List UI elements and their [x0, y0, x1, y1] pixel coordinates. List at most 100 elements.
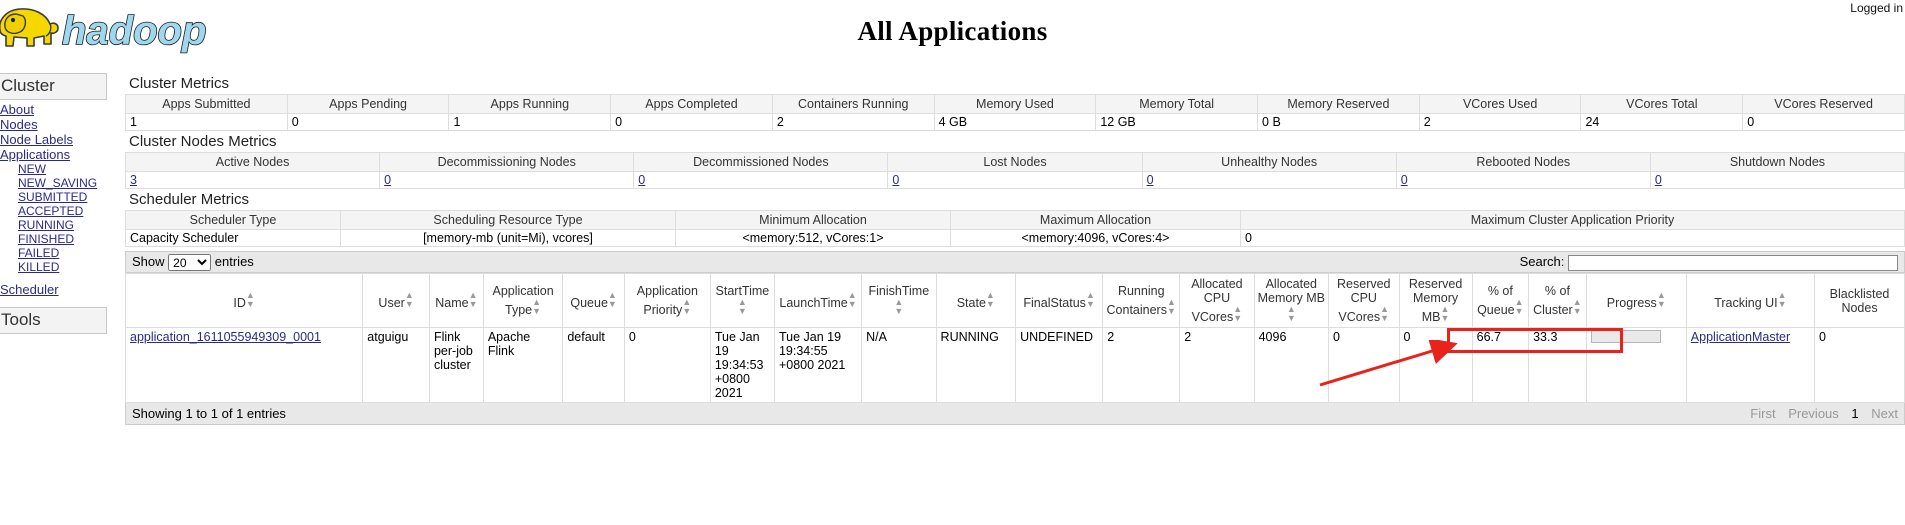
col-progress[interactable]: Progress ▲ ▼ — [1585, 273, 1687, 328]
sidebar-item-state-accepted[interactable]: ACCEPTED — [18, 204, 107, 218]
search-input[interactable] — [1568, 254, 1898, 271]
cluster-nodes-metrics-title: Cluster Nodes Metrics — [129, 133, 277, 150]
val-memory-reserved: 0 B — [1257, 113, 1420, 131]
cell-application-priority: 0 — [623, 327, 711, 403]
sort-icon[interactable]: ▲ ▼ — [894, 298, 903, 316]
sort-icon[interactable]: ▲ ▼ — [1380, 305, 1389, 323]
col-allocated-cpu-vcores[interactable]: Allocated CPU VCores ▲ ▼ — [1179, 273, 1255, 328]
sort-icon[interactable]: ▲ ▼ — [532, 298, 541, 316]
sort-icon[interactable]: ▲ ▼ — [848, 291, 857, 309]
col-running-containers[interactable]: Running Containers ▲ ▼ — [1102, 273, 1181, 328]
col-name[interactable]: Name ▲ ▼ — [428, 273, 484, 328]
cell-id: application_1611055949309_0001 — [124, 327, 364, 403]
page-header: hadoop All Applications Logged in — [0, 0, 1905, 72]
col-vcores-used: VCores Used — [1418, 94, 1582, 114]
col-id[interactable]: ID ▲ ▼ — [124, 273, 364, 328]
sidebar-item-nodes[interactable]: Nodes — [0, 117, 107, 132]
sidebar-item-state-submitted[interactable]: SUBMITTED — [18, 190, 107, 204]
val-lost-nodes-cell: 0 — [887, 171, 1143, 189]
sort-icon[interactable]: ▲ ▼ — [1657, 291, 1666, 309]
sidebar-heading-cluster: Cluster — [0, 73, 107, 100]
sidebar-item-scheduler[interactable]: Scheduler — [0, 282, 107, 297]
sort-icon[interactable]: ▲ ▼ — [405, 291, 414, 309]
sidebar-item-state-finished[interactable]: FINISHED — [18, 232, 107, 246]
col-decommissioning-nodes: Decommissioning Nodes — [379, 152, 635, 172]
cell-pct-of-queue: 66.7 — [1471, 327, 1530, 403]
col-start-time[interactable]: StartTime ▲ ▼ — [709, 273, 775, 328]
page-title: All Applications — [857, 16, 1048, 46]
link-active-nodes[interactable]: 3 — [130, 173, 137, 187]
val-vcores-reserved: 0 — [1742, 113, 1905, 131]
val-decommissioning-nodes-cell: 0 — [379, 171, 635, 189]
sort-icon[interactable]: ▲ ▼ — [1233, 305, 1242, 323]
pager-previous[interactable]: Previous — [1788, 406, 1839, 421]
col-pct-of-cluster[interactable]: % of Cluster ▲ ▼ — [1528, 273, 1587, 328]
link-rebooted-nodes[interactable]: 0 — [1401, 173, 1408, 187]
sort-icon[interactable]: ▲ ▼ — [1515, 298, 1524, 316]
col-reserved-cpu-vcores[interactable]: Reserved CPU VCores ▲ ▼ — [1328, 273, 1400, 328]
col-queue[interactable]: Queue ▲ ▼ — [562, 273, 625, 328]
table-header-row: Apps Submitted Apps Pending Apps Running… — [125, 94, 1905, 114]
col-reserved-memory-mb[interactable]: Reserved Memory MB ▲ ▼ — [1398, 273, 1473, 328]
cell-blacklisted-nodes: 0 — [1814, 327, 1905, 403]
sort-icon[interactable]: ▲ ▼ — [469, 291, 478, 309]
col-blacklisted-nodes[interactable]: Blacklisted Nodes — [1814, 273, 1905, 328]
sort-icon[interactable]: ▲ ▼ — [986, 291, 995, 309]
sort-icon[interactable]: ▲ ▼ — [738, 298, 747, 316]
application-id-link[interactable]: application_1611055949309_0001 — [130, 330, 321, 344]
entries-label: entries — [214, 254, 254, 269]
col-label: Queue — [570, 296, 608, 310]
col-apps-pending: Apps Pending — [286, 94, 450, 114]
sort-icon[interactable]: ▲ ▼ — [1287, 305, 1296, 323]
pager-next[interactable]: Next — [1871, 406, 1898, 421]
col-application-priority[interactable]: Application Priority ▲ ▼ — [623, 273, 711, 328]
link-lost-nodes[interactable]: 0 — [892, 173, 899, 187]
sidebar-heading-tools: Tools — [0, 307, 107, 334]
val-apps-pending: 0 — [286, 113, 450, 131]
entries-length-control: Show 20 50 100 entries — [132, 254, 254, 272]
col-label: Application Type — [492, 284, 554, 317]
sidebar-item-applications[interactable]: Applications — [0, 147, 107, 162]
search-control: Search: — [1520, 254, 1898, 271]
sort-icon[interactable]: ▲ ▼ — [1573, 298, 1582, 316]
sidebar-item-node-labels[interactable]: Node Labels — [0, 132, 107, 147]
entries-select[interactable]: 20 50 100 — [168, 254, 212, 272]
col-memory-total: Memory Total — [1095, 94, 1259, 114]
col-state[interactable]: State ▲ ▼ — [935, 273, 1017, 328]
link-unhealthy-nodes[interactable]: 0 — [1147, 173, 1154, 187]
sort-icon[interactable]: ▲ ▼ — [246, 291, 255, 309]
col-pct-of-queue[interactable]: % of Queue ▲ ▼ — [1471, 273, 1530, 328]
col-tracking-ui[interactable]: Tracking UI ▲ ▼ — [1685, 273, 1816, 328]
pagination: First Previous 1 Next — [1741, 406, 1898, 421]
sidebar-item-state-new[interactable]: NEW — [18, 162, 107, 176]
col-final-status[interactable]: FinalStatus ▲ ▼ — [1015, 273, 1104, 328]
link-shutdown-nodes[interactable]: 0 — [1655, 173, 1662, 187]
sidebar-item-state-killed[interactable]: KILLED — [18, 260, 107, 274]
col-application-type[interactable]: Application Type ▲ ▼ — [482, 273, 564, 328]
sort-icon[interactable]: ▲ ▼ — [608, 291, 617, 309]
col-rebooted-nodes: Rebooted Nodes — [1395, 152, 1651, 172]
sort-icon[interactable]: ▲ ▼ — [1167, 298, 1176, 316]
sort-icon[interactable]: ▲ ▼ — [1440, 305, 1449, 323]
application-master-link[interactable]: ApplicationMaster — [1691, 330, 1790, 344]
sort-icon[interactable]: ▲ ▼ — [1778, 291, 1787, 309]
pager-first[interactable]: First — [1750, 406, 1775, 421]
sidebar-item-state-new-saving[interactable]: NEW_SAVING — [18, 176, 107, 190]
col-label: ID — [233, 296, 246, 310]
link-decommissioning-nodes[interactable]: 0 — [384, 173, 391, 187]
sort-icon[interactable]: ▲ ▼ — [682, 298, 691, 316]
table-row: application_1611055949309_0001 atguigu F… — [124, 327, 1905, 403]
col-user[interactable]: User ▲ ▼ — [362, 273, 430, 328]
sidebar-item-state-failed[interactable]: FAILED — [18, 246, 107, 260]
col-finish-time[interactable]: FinishTime ▲ ▼ — [861, 273, 937, 328]
sidebar-item-state-running[interactable]: RUNNING — [18, 218, 107, 232]
table-header-row: Scheduler Type Scheduling Resource Type … — [125, 210, 1905, 230]
pager-current-page[interactable]: 1 — [1851, 406, 1858, 421]
sort-icon[interactable]: ▲ ▼ — [1086, 291, 1095, 309]
col-allocated-memory-mb[interactable]: Allocated Memory MB ▲ ▼ — [1253, 273, 1330, 328]
col-minimum-allocation: Minimum Allocation — [675, 210, 951, 230]
col-launch-time[interactable]: LaunchTime ▲ ▼ — [773, 273, 863, 328]
col-apps-submitted: Apps Submitted — [125, 94, 288, 114]
link-decommissioned-nodes[interactable]: 0 — [638, 173, 645, 187]
sidebar-item-about[interactable]: About — [0, 102, 107, 117]
